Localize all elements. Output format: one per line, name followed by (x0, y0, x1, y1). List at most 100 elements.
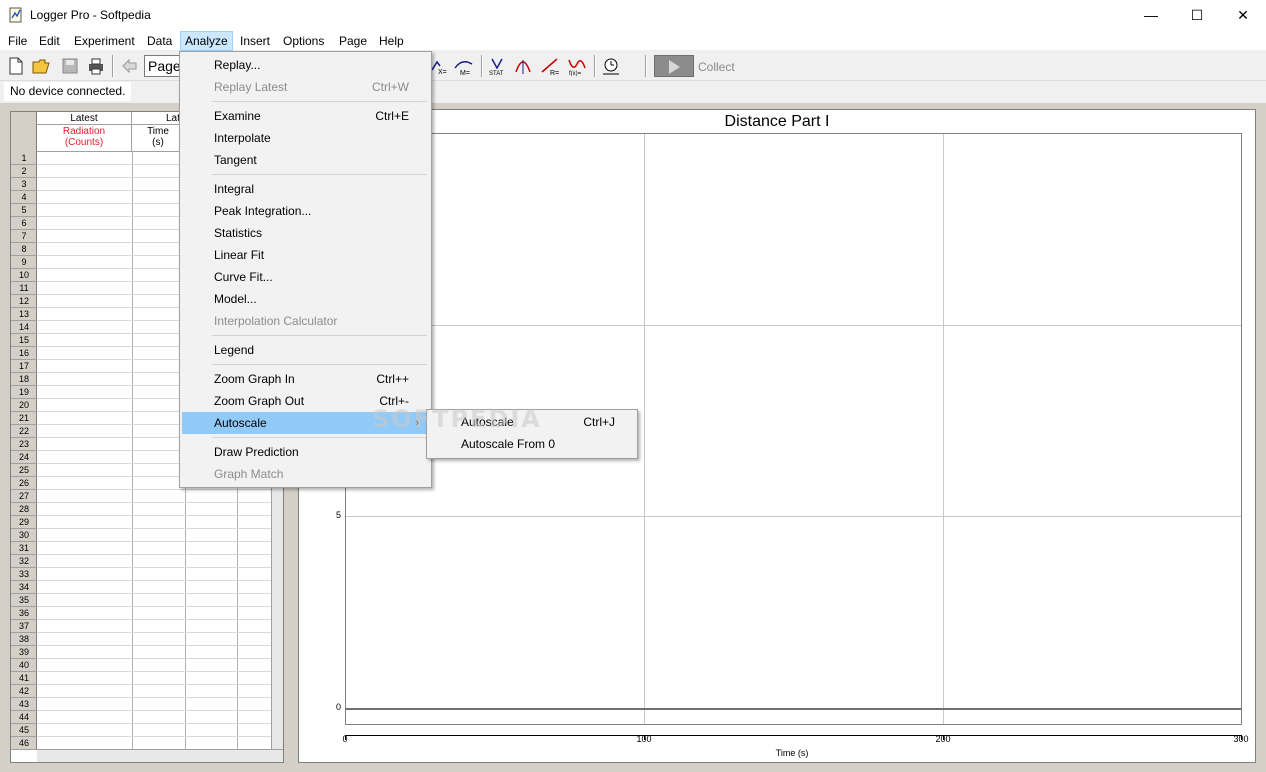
row-number[interactable]: 20 (11, 399, 37, 412)
menu-insert[interactable]: Insert (236, 31, 274, 51)
examine-tool-icon[interactable]: X= (430, 56, 450, 76)
row-number[interactable]: 12 (11, 295, 37, 308)
row-number[interactable]: 3 (11, 178, 37, 191)
menu-item-interpolate[interactable]: Interpolate (182, 127, 429, 149)
row-number[interactable]: 21 (11, 412, 37, 425)
row-number[interactable]: 14 (11, 321, 37, 334)
menu-data[interactable]: Data (143, 31, 176, 51)
menu-item-interpolation-calculator[interactable]: Interpolation Calculator (182, 310, 429, 332)
menu-item-shortcut: Ctrl+W (372, 80, 409, 94)
menu-analyze[interactable]: Analyze (180, 31, 233, 51)
close-button[interactable]: ✕ (1220, 0, 1266, 30)
row-number[interactable]: 32 (11, 555, 37, 568)
collect-button[interactable] (654, 55, 694, 77)
row-number[interactable]: 30 (11, 529, 37, 542)
menu-file[interactable]: File (4, 31, 31, 51)
row-number[interactable]: 1 (11, 152, 37, 165)
row-number[interactable]: 28 (11, 503, 37, 516)
row-number[interactable]: 13 (11, 308, 37, 321)
column-name: Radiation (62, 126, 106, 137)
row-number[interactable]: 6 (11, 217, 37, 230)
menu-item-integral[interactable]: Integral (182, 178, 429, 200)
row-number[interactable]: 26 (11, 477, 37, 490)
menu-item-draw-prediction[interactable]: Draw Prediction (182, 441, 429, 463)
menu-item-curve-fit[interactable]: Curve Fit... (182, 266, 429, 288)
tangent-tool-icon[interactable]: M= (454, 56, 474, 76)
row-number[interactable]: 42 (11, 685, 37, 698)
row-number[interactable]: 11 (11, 282, 37, 295)
row-number[interactable]: 36 (11, 607, 37, 620)
row-number[interactable]: 39 (11, 646, 37, 659)
submenu-item-autoscale-from-0[interactable]: Autoscale From 0 (429, 433, 635, 455)
column-header-radiation[interactable]: Radiation (Counts) (37, 125, 132, 152)
row-number[interactable]: 2 (11, 165, 37, 178)
menu-options[interactable]: Options (279, 31, 328, 51)
print-icon[interactable] (86, 56, 106, 76)
back-page-icon[interactable] (120, 56, 140, 76)
row-number[interactable]: 16 (11, 347, 37, 360)
row-number[interactable]: 19 (11, 386, 37, 399)
row-number[interactable]: 23 (11, 438, 37, 451)
menu-item-statistics[interactable]: Statistics (182, 222, 429, 244)
menu-experiment[interactable]: Experiment (70, 31, 139, 51)
menu-item-zoom-in[interactable]: Zoom Graph In Ctrl++ (182, 368, 429, 390)
open-folder-icon[interactable] (31, 56, 51, 76)
menu-item-model[interactable]: Model... (182, 288, 429, 310)
menu-item-tangent[interactable]: Tangent (182, 149, 429, 171)
row-number[interactable]: 24 (11, 451, 37, 464)
menu-item-linear-fit[interactable]: Linear Fit (182, 244, 429, 266)
menu-edit[interactable]: Edit (35, 31, 64, 51)
statistics-tool-icon[interactable]: STAT (487, 56, 507, 76)
graph-title: Distance Part I (724, 113, 830, 130)
menu-item-shortcut: Ctrl+J (583, 415, 615, 429)
row-number[interactable]: 18 (11, 373, 37, 386)
menu-help[interactable]: Help (375, 31, 408, 51)
row-number[interactable]: 38 (11, 633, 37, 646)
row-number[interactable]: 7 (11, 230, 37, 243)
linear-fit-icon[interactable]: R= (540, 56, 560, 76)
row-number[interactable]: 4 (11, 191, 37, 204)
curve-fit-icon[interactable]: f(x)= (567, 56, 587, 76)
row-number[interactable]: 31 (11, 542, 37, 555)
row-number[interactable]: 22 (11, 425, 37, 438)
row-number[interactable]: 5 (11, 204, 37, 217)
x-tick-label: 100 (636, 734, 652, 744)
menu-item-replay[interactable]: Replay... (182, 54, 429, 76)
row-number[interactable]: 46 (11, 737, 37, 750)
page-select[interactable]: Page (144, 55, 182, 77)
menu-item-peak-integration[interactable]: Peak Integration... (182, 200, 429, 222)
row-number[interactable]: 17 (11, 360, 37, 373)
row-number[interactable]: 41 (11, 672, 37, 685)
maximize-button[interactable]: ☐ (1174, 0, 1220, 30)
row-number[interactable]: 45 (11, 724, 37, 737)
row-number[interactable]: 37 (11, 620, 37, 633)
row-number[interactable]: 27 (11, 490, 37, 503)
row-number[interactable]: 34 (11, 581, 37, 594)
table-row (37, 541, 271, 542)
menu-item-replay-latest[interactable]: Replay Latest Ctrl+W (182, 76, 429, 98)
row-number[interactable]: 10 (11, 269, 37, 282)
integral-tool-icon[interactable] (513, 56, 533, 76)
row-number[interactable]: 29 (11, 516, 37, 529)
row-number[interactable]: 44 (11, 711, 37, 724)
menu-item-graph-match[interactable]: Graph Match (182, 463, 429, 485)
row-number[interactable]: 9 (11, 256, 37, 269)
save-icon[interactable] (60, 56, 80, 76)
menu-item-examine[interactable]: Examine Ctrl+E (182, 105, 429, 127)
minimize-button[interactable]: — (1128, 0, 1174, 30)
row-number[interactable]: 33 (11, 568, 37, 581)
column-group-header[interactable]: Latest (37, 112, 132, 125)
row-number[interactable]: 40 (11, 659, 37, 672)
menu-page[interactable]: Page (335, 31, 371, 51)
row-number[interactable]: 25 (11, 464, 37, 477)
menu-item-label: Autoscale (214, 416, 267, 430)
table-horizontal-scrollbar[interactable] (37, 749, 283, 762)
row-number[interactable]: 15 (11, 334, 37, 347)
row-number[interactable]: 43 (11, 698, 37, 711)
menu-item-legend[interactable]: Legend (182, 339, 429, 361)
column-header-time[interactable]: Time (s) (132, 125, 185, 152)
row-number[interactable]: 8 (11, 243, 37, 256)
data-collection-clock-icon[interactable] (601, 56, 621, 76)
new-file-icon[interactable] (6, 56, 26, 76)
row-number[interactable]: 35 (11, 594, 37, 607)
